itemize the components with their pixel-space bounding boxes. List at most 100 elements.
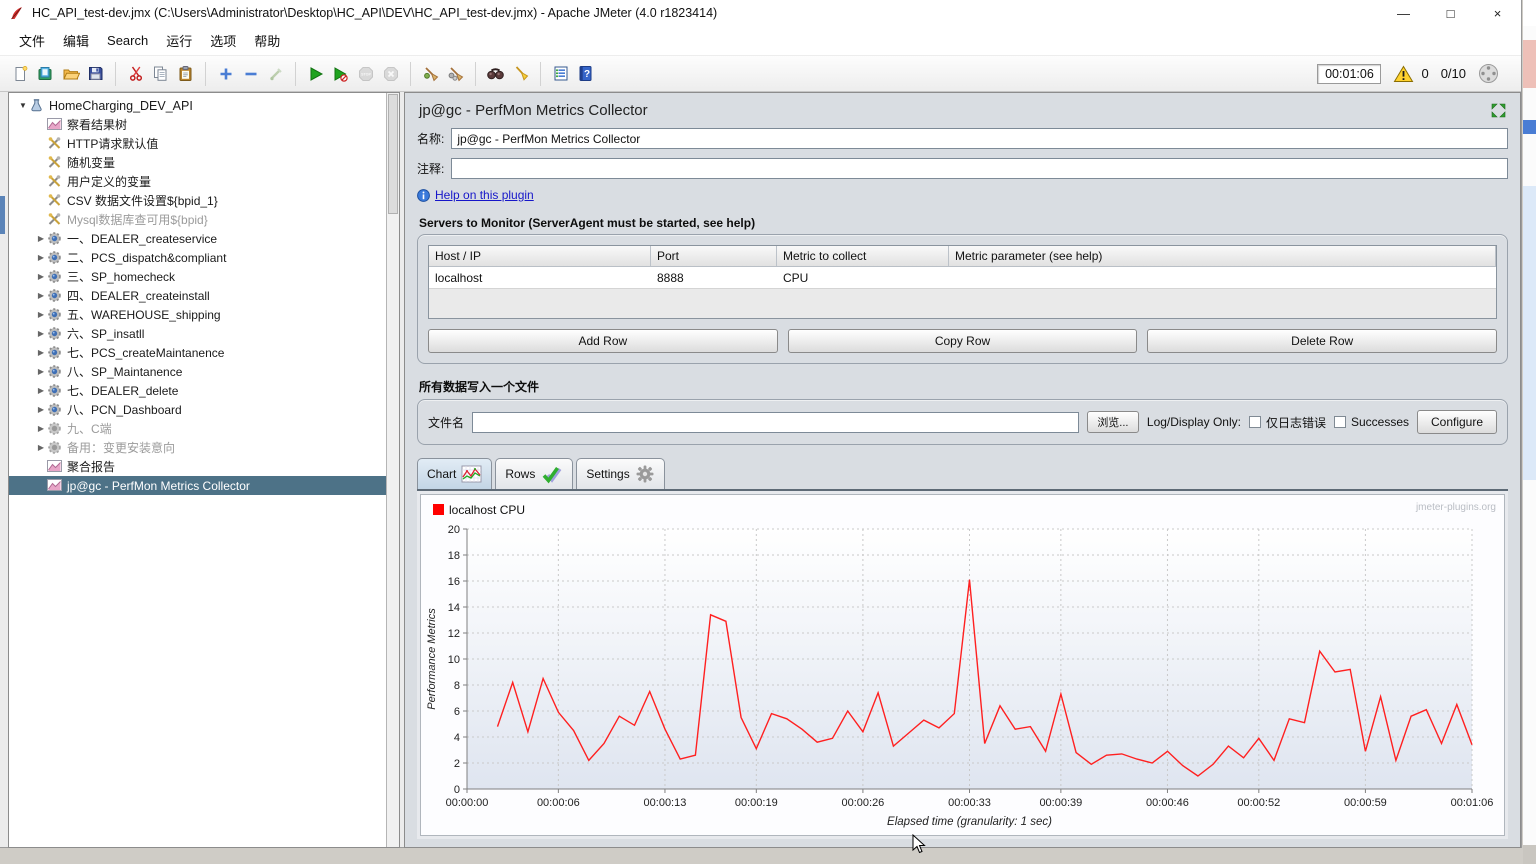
- tree-root-item[interactable]: ▼ HomeCharging_DEV_API: [9, 96, 386, 115]
- expand-arrow-icon[interactable]: ▶: [35, 367, 47, 376]
- table-column-header[interactable]: Metric parameter (see help): [949, 246, 1496, 266]
- tree-item[interactable]: ▶ 备用：变更安装意向: [9, 438, 386, 457]
- cut-icon[interactable]: [123, 61, 148, 87]
- tree-item[interactable]: CSV 数据文件设置${bpid_1}: [9, 191, 386, 210]
- mouse-cursor: [912, 834, 928, 856]
- open-icon[interactable]: [58, 61, 83, 87]
- expand-arrow-icon[interactable]: ▶: [35, 348, 47, 357]
- tab-label: Rows: [505, 467, 536, 481]
- tree-item-label: 八、SP_Maintanence: [67, 365, 183, 379]
- successes-checkbox[interactable]: [1333, 416, 1346, 428]
- name-input[interactable]: [451, 128, 1508, 149]
- copy-icon[interactable]: [148, 61, 173, 87]
- menu-item[interactable]: 选项: [201, 27, 245, 54]
- svg-text:00:00:46: 00:00:46: [1146, 797, 1189, 809]
- maximize-button[interactable]: □: [1427, 0, 1474, 26]
- expand-icon[interactable]: [213, 61, 238, 87]
- tree-item-label: 聚合报告: [67, 460, 116, 474]
- tree-item[interactable]: ▶ 三、SP_homecheck: [9, 267, 386, 286]
- expand-arrow-icon[interactable]: ▶: [35, 291, 47, 300]
- expand-arrow-icon[interactable]: ▶: [35, 424, 47, 433]
- svg-text:localhost CPU: localhost CPU: [449, 503, 525, 517]
- browse-button[interactable]: 浏览...: [1086, 411, 1139, 433]
- tab-chart[interactable]: Chart: [417, 458, 493, 489]
- tree-item[interactable]: 察看结果树: [9, 115, 386, 134]
- table-cell[interactable]: localhost: [429, 267, 651, 288]
- delete-row-button[interactable]: Delete Row: [1147, 329, 1498, 353]
- wrench-icon: [47, 136, 63, 151]
- configure-button[interactable]: Configure: [1417, 410, 1497, 434]
- tree-scrollbar[interactable]: [386, 93, 399, 847]
- tab-rows[interactable]: Rows: [495, 458, 574, 489]
- tree-item[interactable]: HTTP请求默认值: [9, 134, 386, 153]
- save-icon[interactable]: [83, 61, 108, 87]
- servers-table[interactable]: Host / IP Port Metric to collect Metric par…: [428, 245, 1497, 319]
- help-icon[interactable]: ?: [573, 61, 598, 87]
- comment-input[interactable]: [451, 158, 1508, 179]
- tree-item[interactable]: ▶ 四、DEALER_createinstall: [9, 286, 386, 305]
- expand-arrow-icon[interactable]: ▶: [35, 443, 47, 452]
- expand-arrow-icon[interactable]: ▶: [35, 405, 47, 414]
- tree-item[interactable]: 随机变量: [9, 153, 386, 172]
- table-row[interactable]: localhost 8888 CPU: [429, 267, 1496, 288]
- menu-item[interactable]: 编辑: [54, 27, 98, 54]
- close-button[interactable]: ×: [1474, 0, 1521, 26]
- menu-item[interactable]: 帮助: [245, 27, 289, 54]
- expand-panel-icon[interactable]: [1491, 103, 1506, 118]
- search-reset-icon[interactable]: [508, 61, 533, 87]
- table-cell[interactable]: CPU: [777, 267, 949, 288]
- menu-item[interactable]: Search: [98, 29, 157, 52]
- collapse-arrow-icon[interactable]: ▼: [17, 101, 29, 110]
- paste-icon[interactable]: [173, 61, 198, 87]
- stop-icon[interactable]: STOP: [353, 61, 378, 87]
- help-plugin-link[interactable]: Help on this plugin: [435, 188, 534, 202]
- tree-item[interactable]: ▶ 六、SP_insatll: [9, 324, 386, 343]
- expand-arrow-icon[interactable]: ▶: [35, 253, 47, 262]
- table-column-header[interactable]: Port: [651, 246, 777, 266]
- table-column-header[interactable]: Metric to collect: [777, 246, 949, 266]
- template-icon[interactable]: [33, 61, 58, 87]
- tree-item[interactable]: ▶ 二、PCS_dispatch&compliant: [9, 248, 386, 267]
- expand-arrow-icon[interactable]: ▶: [35, 272, 47, 281]
- toggle-icon[interactable]: [263, 61, 288, 87]
- tree-item[interactable]: 聚合报告: [9, 457, 386, 476]
- function-helper-icon[interactable]: [548, 61, 573, 87]
- menu-item[interactable]: 运行: [157, 27, 201, 54]
- menu-item[interactable]: 文件: [10, 27, 54, 54]
- tree-item[interactable]: ▶ 八、SP_Maintanence: [9, 362, 386, 381]
- tree-item[interactable]: ▶ 九、C端: [9, 419, 386, 438]
- svg-text:Elapsed time (granularity: 1 s: Elapsed time (granularity: 1 sec): [887, 816, 1052, 828]
- shutdown-icon[interactable]: [378, 61, 403, 87]
- minimize-button[interactable]: —: [1380, 0, 1427, 26]
- log-warning-icon[interactable]: [1393, 65, 1414, 83]
- errors-only-checkbox[interactable]: [1248, 416, 1261, 428]
- tree-item[interactable]: ▶ 七、DEALER_delete: [9, 381, 386, 400]
- filename-input[interactable]: [472, 411, 1079, 433]
- clear-all-icon[interactable]: [443, 61, 468, 87]
- collapse-icon[interactable]: [238, 61, 263, 87]
- table-cell[interactable]: [949, 267, 1496, 288]
- expand-arrow-icon[interactable]: ▶: [35, 234, 47, 243]
- tree-item[interactable]: ▶ 七、PCS_createMaintanence: [9, 343, 386, 362]
- svg-text:12: 12: [448, 628, 460, 640]
- clear-icon[interactable]: [418, 61, 443, 87]
- tree-item[interactable]: Mysql数据库查可用${bpid}: [9, 210, 386, 229]
- expand-arrow-icon[interactable]: ▶: [35, 310, 47, 319]
- start-no-pauses-icon[interactable]: [328, 61, 353, 87]
- tree-item[interactable]: ▶ 五、WAREHOUSE_shipping: [9, 305, 386, 324]
- start-icon[interactable]: [303, 61, 328, 87]
- table-cell[interactable]: 8888: [651, 267, 777, 288]
- gear-blue-icon: [47, 326, 63, 341]
- tree-item[interactable]: ▶ 八、PCN_Dashboard: [9, 400, 386, 419]
- copy-row-button[interactable]: Copy Row: [787, 329, 1138, 353]
- expand-arrow-icon[interactable]: ▶: [35, 329, 47, 338]
- add-row-button[interactable]: Add Row: [428, 329, 778, 353]
- tree-item[interactable]: 用户定义的变量: [9, 172, 386, 191]
- tree-item[interactable]: ▶ 一、DEALER_createservice: [9, 229, 386, 248]
- tree-item[interactable]: jp@gc - PerfMon Metrics Collector: [9, 476, 386, 495]
- search-icon[interactable]: [483, 61, 508, 87]
- expand-arrow-icon[interactable]: ▶: [35, 386, 47, 395]
- table-column-header[interactable]: Host / IP: [429, 246, 651, 266]
- tab-settings[interactable]: Settings: [576, 458, 665, 489]
- new-file-icon[interactable]: [8, 61, 33, 87]
